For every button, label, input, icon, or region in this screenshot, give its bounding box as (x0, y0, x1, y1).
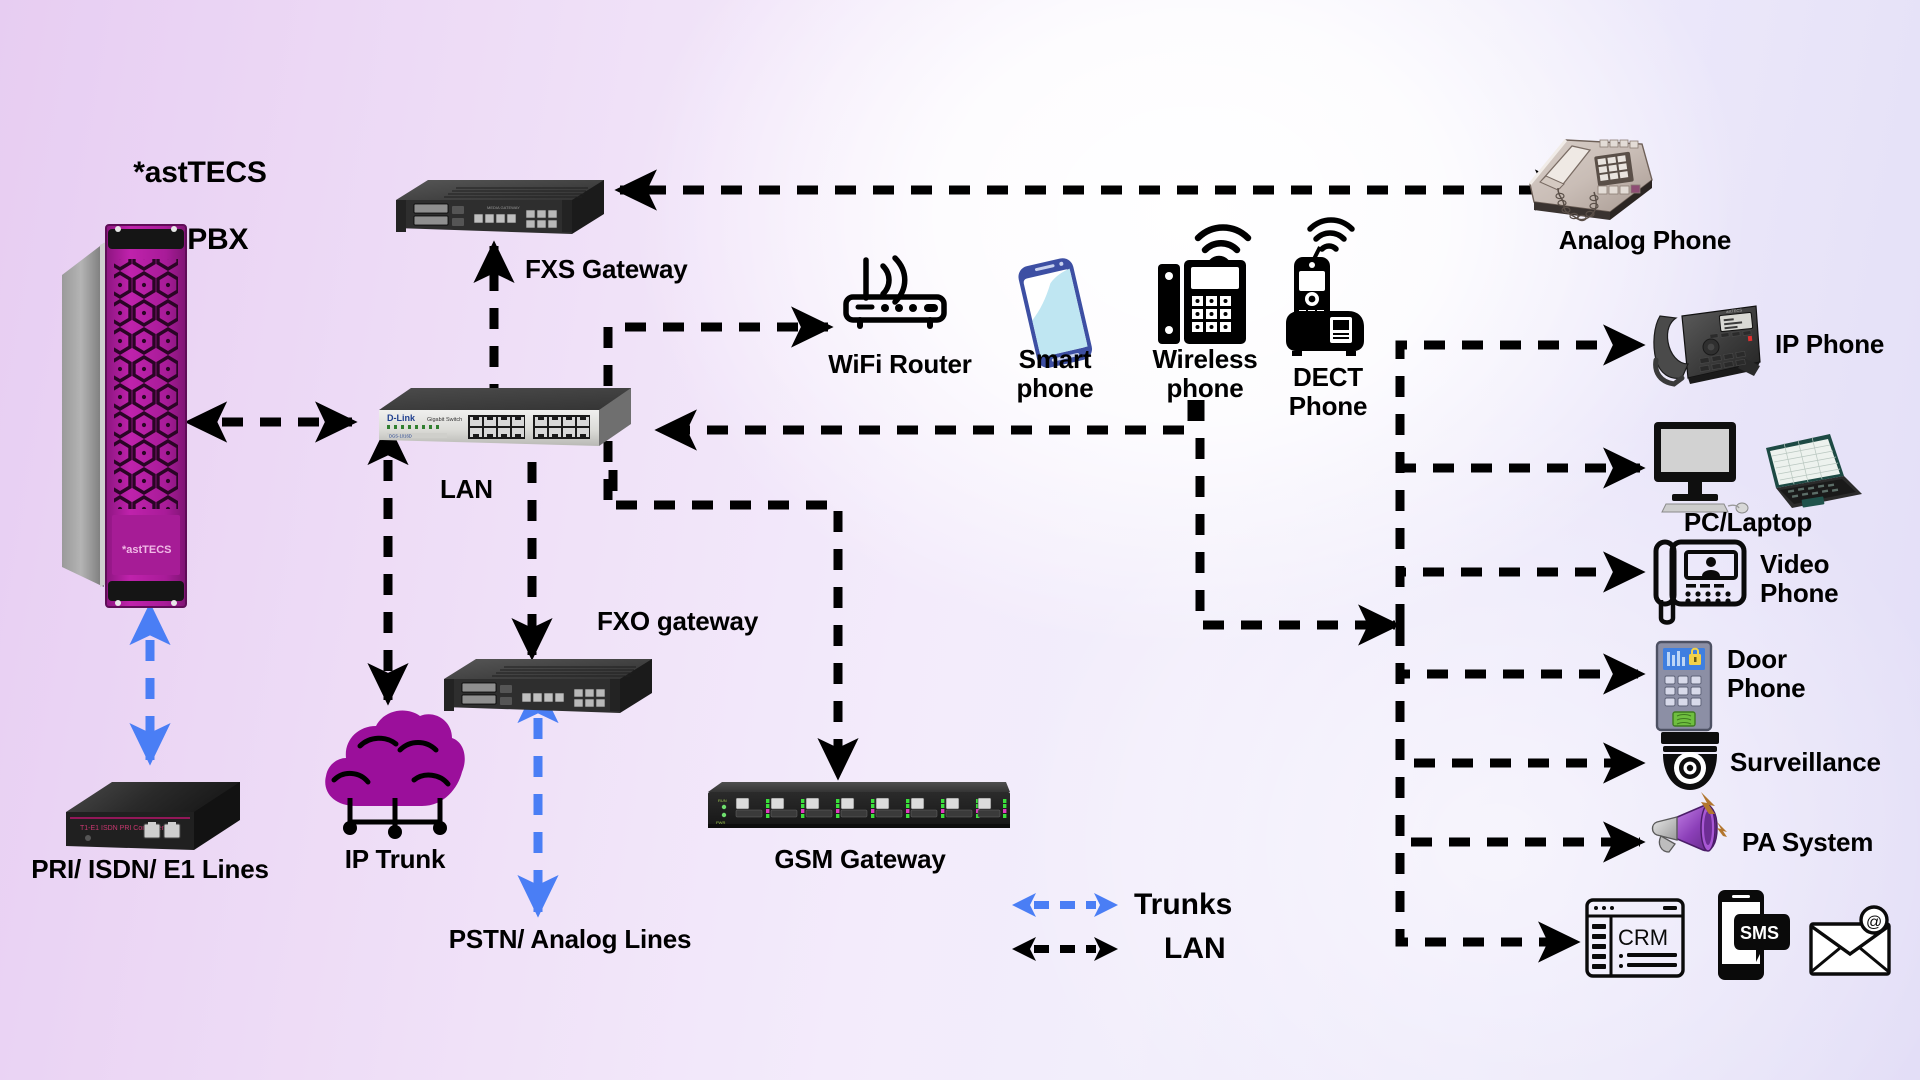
device-pa-system[interactable] (1645, 792, 1740, 870)
door-phone-icon (1655, 640, 1713, 732)
link-bus-to-pa-system (1395, 625, 1646, 863)
analog-desk-phone-icon (1528, 139, 1653, 222)
link-bus-to-video-phone (1395, 551, 1646, 625)
label-fxo-gateway: FXO gateway (597, 606, 759, 636)
device-fxo-gateway[interactable] (440, 655, 655, 725)
dect-phone-icon (1286, 217, 1364, 356)
link-wireless-to-lan (654, 400, 1197, 451)
link-bus-to-crm (1395, 625, 1581, 963)
label-smart-phone: Smart phone (1016, 344, 1094, 404)
svg-text:RUN: RUN (718, 798, 727, 803)
ip-desk-phone-icon: astTECS (1653, 305, 1761, 387)
label-pstn-analog-lines: PSTN/ Analog Lines (448, 924, 692, 954)
network-diagram-canvas: *astTECS IP PBX *astTECS T1-E1 ISDN PRI … (0, 0, 1920, 1080)
label-lan-switch: LAN (440, 474, 493, 504)
device-fxs-gateway[interactable]: MEDIA GATEWAY (392, 176, 607, 246)
wifi-router-icon (843, 255, 947, 329)
device-gsm-gateway[interactable]: RUN PWR (706, 778, 1016, 838)
svg-text:*astTECS: *astTECS (122, 544, 172, 556)
link-lan-to-wifi (603, 306, 834, 500)
legend-item-lan: LAN (1010, 932, 1232, 966)
page-title-line1: *astTECS (133, 155, 267, 189)
legend-item-trunks: Trunks (1010, 888, 1232, 922)
device-ip-phone[interactable]: astTECS (1648, 292, 1763, 392)
legend-trunks-arrow-icon (1012, 893, 1118, 917)
link-bus-to-pc-laptop (1395, 447, 1646, 625)
link-to-endpoint-bus (1195, 400, 1401, 646)
device-crm[interactable]: CRM (1585, 898, 1685, 978)
device-door-phone[interactable] (1655, 640, 1713, 732)
device-analog-phone[interactable] (1524, 126, 1659, 226)
rack-gateway-icon: MEDIA GATEWAY (396, 180, 604, 234)
svg-text:D-Link: D-Link (387, 413, 416, 423)
legend-trunks-label: Trunks (1134, 888, 1233, 921)
network-switch-icon: D-Link Gigabit Switch DGS-1016D (379, 388, 631, 446)
label-ip-trunk: IP Trunk (344, 844, 446, 874)
device-sms[interactable]: SMS (1710, 888, 1790, 983)
device-video-phone[interactable] (1650, 538, 1750, 628)
link-bus-to-surveillance (1395, 625, 1646, 784)
device-wireless-phone[interactable] (1150, 220, 1255, 350)
device-pri-isdn-converter[interactable]: T1-E1 ISDN PRI Converter (58, 772, 248, 867)
label-wifi-router: WiFi Router (828, 349, 972, 379)
ip-trunk-legs (343, 798, 447, 839)
device-wifi-router[interactable] (838, 250, 953, 330)
device-lan-switch[interactable]: D-Link Gigabit Switch DGS-1016D (373, 384, 638, 466)
label-surveillance: Surveillance (1730, 747, 1881, 777)
label-ip-phone: IP Phone (1775, 329, 1885, 359)
label-pa-system: PA System (1742, 827, 1874, 857)
wireless-phone-icon (1158, 224, 1252, 344)
link-bus-to-door-phone (1395, 625, 1646, 695)
label-dect-phone: DECT Phone (1288, 362, 1368, 422)
svg-text:DGS-1016D: DGS-1016D (389, 434, 412, 439)
legend: Trunks LAN (1010, 888, 1232, 966)
device-surveillance-camera[interactable] (1655, 730, 1725, 794)
gsm-gateway-icon: RUN PWR (708, 782, 1010, 828)
ip-pbx-server-icon: *astTECS (62, 224, 187, 608)
email-envelope-icon: @ (1809, 905, 1891, 976)
rack-gateway-icon (444, 659, 652, 713)
link-bus-to-ip-phone (1395, 324, 1646, 625)
legend-lan-label: LAN (1164, 932, 1226, 965)
label-gsm-gateway: GSM Gateway (774, 844, 946, 874)
device-email[interactable]: @ (1808, 905, 1898, 978)
device-dect-phone[interactable] (1278, 217, 1373, 360)
label-fxs-gateway: FXS Gateway (525, 254, 688, 284)
megaphone-icon (1651, 792, 1727, 853)
device-pc-laptop[interactable] (1650, 420, 1870, 515)
crm-window-icon: CRM (1585, 898, 1685, 978)
device-ip-pbx[interactable]: *astTECS (60, 215, 205, 625)
pri-isdn-converter-icon: T1-E1 ISDN PRI Converter (66, 782, 240, 850)
pc-and-laptop-icon (1654, 422, 1862, 514)
label-door-phone: Door Phone (1727, 644, 1806, 704)
label-pc-laptop: PC/Laptop (1683, 507, 1813, 537)
svg-text:MEDIA GATEWAY: MEDIA GATEWAY (487, 205, 520, 210)
dome-camera-icon (1661, 732, 1719, 790)
label-pri-isdn-e1: PRI/ ISDN/ E1 Lines (31, 854, 269, 884)
legend-lan-arrow-icon (1012, 937, 1118, 961)
svg-text:Gigabit Switch: Gigabit Switch (427, 417, 462, 423)
sms-label: SMS (1740, 923, 1779, 943)
label-wireless-phone: Wireless phone (1152, 344, 1258, 404)
video-phone-icon (1653, 539, 1747, 625)
sms-phone-icon: SMS (1718, 890, 1790, 980)
label-analog-phone: Analog Phone (1558, 225, 1732, 255)
crm-label: CRM (1618, 925, 1668, 950)
svg-text:PWR: PWR (716, 820, 725, 825)
svg-text:@: @ (1866, 914, 1882, 931)
label-video-phone: Video Phone (1760, 549, 1839, 609)
